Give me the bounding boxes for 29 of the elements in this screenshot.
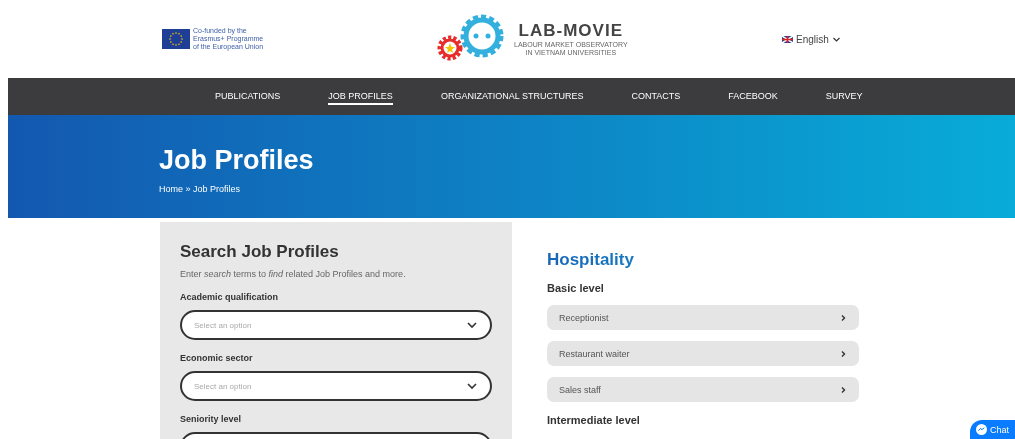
chevron-right-icon bbox=[839, 385, 847, 394]
messenger-icon bbox=[976, 424, 987, 435]
filter-label: Seniority level bbox=[180, 414, 243, 424]
filter-label: Economic sector bbox=[180, 353, 254, 363]
job-profile-link[interactable]: Receptionist bbox=[547, 305, 859, 330]
level-heading: Basic level bbox=[547, 282, 605, 294]
page-title: Job Profiles bbox=[159, 145, 315, 176]
search-title: Search Job Profiles bbox=[180, 242, 340, 262]
chevron-down-icon bbox=[466, 380, 478, 392]
logo-name: LAB-MOVIE bbox=[518, 21, 623, 41]
nav-link[interactable]: CONTACTS bbox=[631, 88, 681, 105]
nav-link[interactable]: ORGANIZATIONAL STRUCTURES bbox=[440, 88, 584, 105]
uk-flag-icon bbox=[782, 35, 793, 43]
nav-link[interactable]: JOB PROFILES bbox=[328, 88, 393, 105]
job-profile-link[interactable]: Restaurant waiter bbox=[547, 341, 859, 366]
chevron-right-icon bbox=[839, 313, 847, 322]
nav-link[interactable]: SURVEY bbox=[825, 88, 863, 105]
nav-link[interactable]: PUBLICATIONS bbox=[215, 88, 281, 105]
nav-link[interactable]: FACEBOOK bbox=[728, 88, 778, 105]
eu-flag-icon bbox=[162, 29, 190, 49]
breadcrumb: Home » Job Profiles bbox=[159, 184, 242, 194]
chevron-right-icon bbox=[839, 349, 847, 358]
level-heading: Intermediate level bbox=[547, 414, 641, 426]
filter-label: Academic qualification bbox=[180, 292, 280, 302]
chat-button[interactable]: Chat bbox=[970, 420, 1015, 439]
job-profile-link[interactable]: Sales staff bbox=[547, 377, 859, 402]
chevron-down-icon bbox=[466, 319, 478, 331]
search-description: Enter search terms to find related Job Profiles and more. bbox=[180, 269, 407, 279]
language-selector[interactable]: English bbox=[796, 33, 841, 45]
